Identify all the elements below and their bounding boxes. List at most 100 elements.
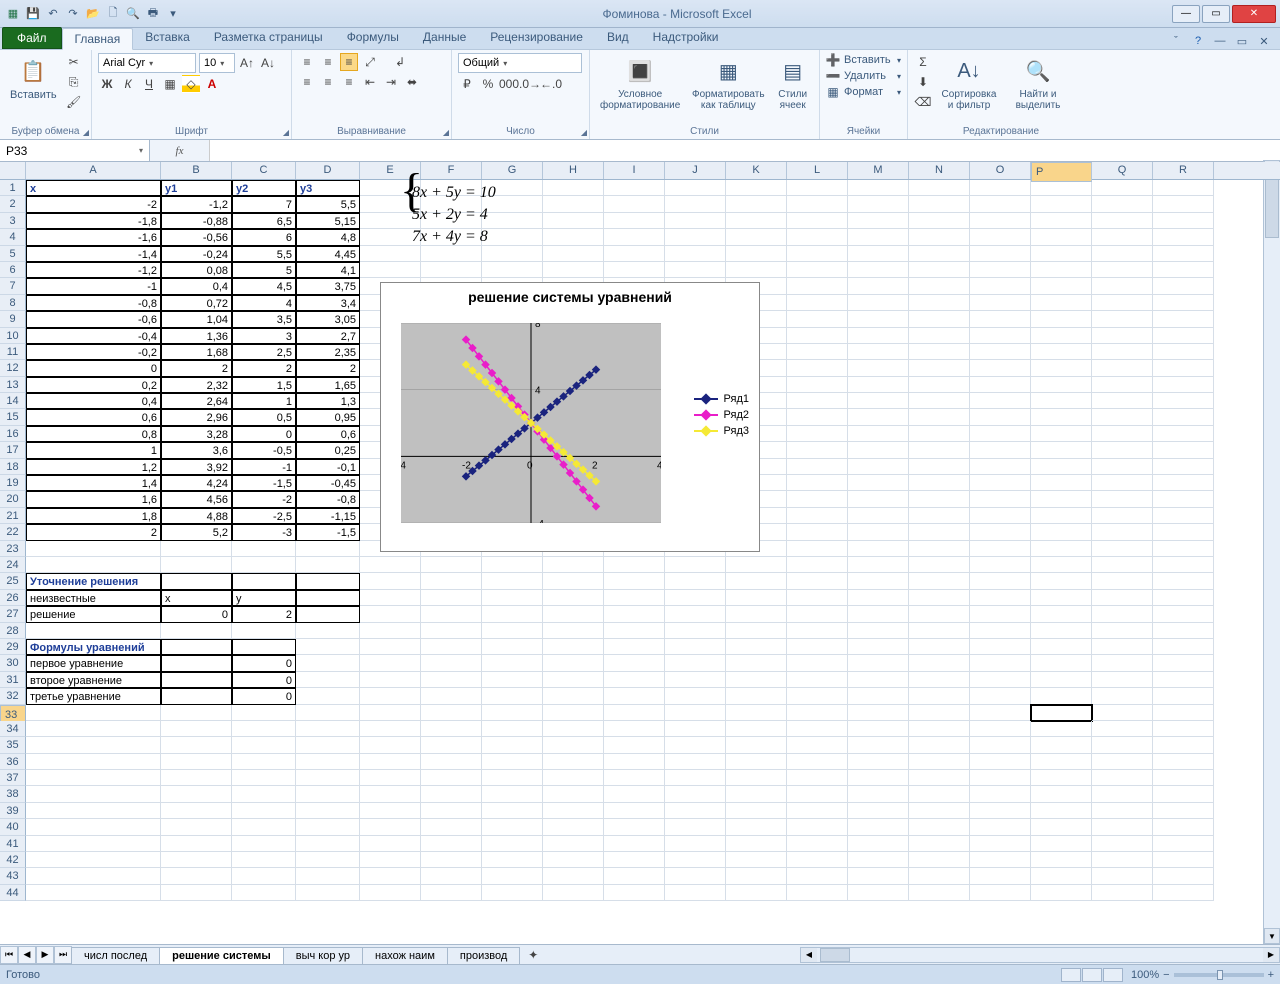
cell[interactable] (482, 721, 543, 737)
cell[interactable] (970, 770, 1031, 786)
row-header[interactable]: 6 (0, 262, 26, 278)
cell[interactable] (787, 819, 848, 835)
cell[interactable] (909, 836, 970, 852)
cell[interactable]: 0 (232, 688, 296, 704)
cell[interactable] (787, 852, 848, 868)
increase-indent-icon[interactable]: ⇥ (382, 73, 400, 91)
cell[interactable] (360, 885, 421, 901)
cell[interactable] (665, 688, 726, 704)
cell[interactable] (909, 655, 970, 671)
cell[interactable] (726, 573, 787, 589)
cell[interactable] (232, 868, 296, 884)
cell[interactable]: третье уравнение (26, 688, 161, 704)
cell[interactable] (360, 819, 421, 835)
cell[interactable] (665, 885, 726, 901)
cell[interactable] (1092, 311, 1153, 327)
row-header[interactable]: 27 (0, 606, 26, 622)
cell[interactable]: 5,15 (296, 213, 360, 229)
column-header[interactable]: G (482, 162, 543, 179)
cell[interactable] (26, 557, 161, 573)
cell[interactable]: первое уравнение (26, 655, 161, 671)
cell[interactable] (1031, 885, 1092, 901)
cell[interactable] (1092, 475, 1153, 491)
cell[interactable] (26, 721, 161, 737)
cell[interactable] (909, 229, 970, 245)
cell[interactable]: 2 (161, 360, 232, 376)
cell[interactable] (970, 623, 1031, 639)
cell[interactable] (296, 623, 360, 639)
cell[interactable] (1153, 557, 1214, 573)
cell[interactable] (787, 672, 848, 688)
qat-more-icon[interactable]: ▾ (164, 5, 182, 23)
align-right-icon[interactable]: ≡ (340, 73, 358, 91)
cell[interactable] (604, 770, 665, 786)
cell[interactable]: -1,15 (296, 508, 360, 524)
cell[interactable] (421, 573, 482, 589)
cell[interactable] (848, 295, 909, 311)
row-header[interactable]: 38 (0, 786, 26, 802)
cell[interactable] (161, 852, 232, 868)
cell[interactable]: 5,5 (232, 246, 296, 262)
cell[interactable] (360, 590, 421, 606)
cell[interactable]: -1,5 (232, 475, 296, 491)
cell[interactable] (970, 573, 1031, 589)
cell[interactable] (970, 803, 1031, 819)
cell[interactable] (604, 754, 665, 770)
cell[interactable] (482, 655, 543, 671)
cell[interactable] (421, 246, 482, 262)
cell[interactable] (543, 786, 604, 802)
cell[interactable]: 4,88 (161, 508, 232, 524)
cell[interactable] (1031, 508, 1092, 524)
cell[interactable] (970, 278, 1031, 294)
cell[interactable]: -2 (232, 491, 296, 507)
cell[interactable] (161, 803, 232, 819)
cell[interactable]: 2 (232, 360, 296, 376)
cell[interactable] (787, 377, 848, 393)
cell[interactable] (161, 786, 232, 802)
cell[interactable]: 0 (232, 426, 296, 442)
cell[interactable] (665, 737, 726, 753)
row-header[interactable]: 43 (0, 868, 26, 884)
cell[interactable]: 2 (26, 524, 161, 540)
cell[interactable] (787, 754, 848, 770)
cell[interactable]: -2 (26, 196, 161, 212)
cell[interactable] (360, 262, 421, 278)
sheet-tab[interactable]: решение системы (159, 947, 284, 964)
ribbon-tab-6[interactable]: Вид (595, 27, 641, 49)
minimize-ribbon-icon[interactable]: ˇ (1168, 33, 1184, 49)
cell[interactable] (909, 262, 970, 278)
cell[interactable] (787, 344, 848, 360)
cell[interactable] (604, 573, 665, 589)
cell[interactable] (665, 639, 726, 655)
cell[interactable] (848, 705, 909, 721)
cell[interactable] (232, 836, 296, 852)
cell[interactable] (726, 786, 787, 802)
cell[interactable]: 3,92 (161, 459, 232, 475)
cell[interactable] (1031, 786, 1092, 802)
help-icon[interactable]: ? (1190, 33, 1206, 49)
row-header[interactable]: 37 (0, 770, 26, 786)
cell[interactable] (543, 180, 604, 196)
row-header[interactable]: 14 (0, 393, 26, 409)
cell[interactable] (970, 655, 1031, 671)
cell[interactable]: y (232, 590, 296, 606)
align-top-icon[interactable]: ≡ (298, 53, 316, 71)
cell[interactable] (848, 508, 909, 524)
cell[interactable] (970, 688, 1031, 704)
cell[interactable] (787, 213, 848, 229)
cell[interactable] (543, 885, 604, 901)
cell[interactable] (543, 606, 604, 622)
cell[interactable] (848, 524, 909, 540)
row-header[interactable]: 3 (0, 213, 26, 229)
cell[interactable]: 3 (232, 328, 296, 344)
cell[interactable] (1092, 328, 1153, 344)
cell[interactable]: -0,45 (296, 475, 360, 491)
cell[interactable]: 5,5 (296, 196, 360, 212)
cell[interactable] (421, 770, 482, 786)
cell[interactable] (665, 590, 726, 606)
cell[interactable] (482, 786, 543, 802)
cell[interactable] (970, 508, 1031, 524)
cell[interactable] (787, 459, 848, 475)
cell[interactable] (787, 688, 848, 704)
cell[interactable] (1153, 573, 1214, 589)
